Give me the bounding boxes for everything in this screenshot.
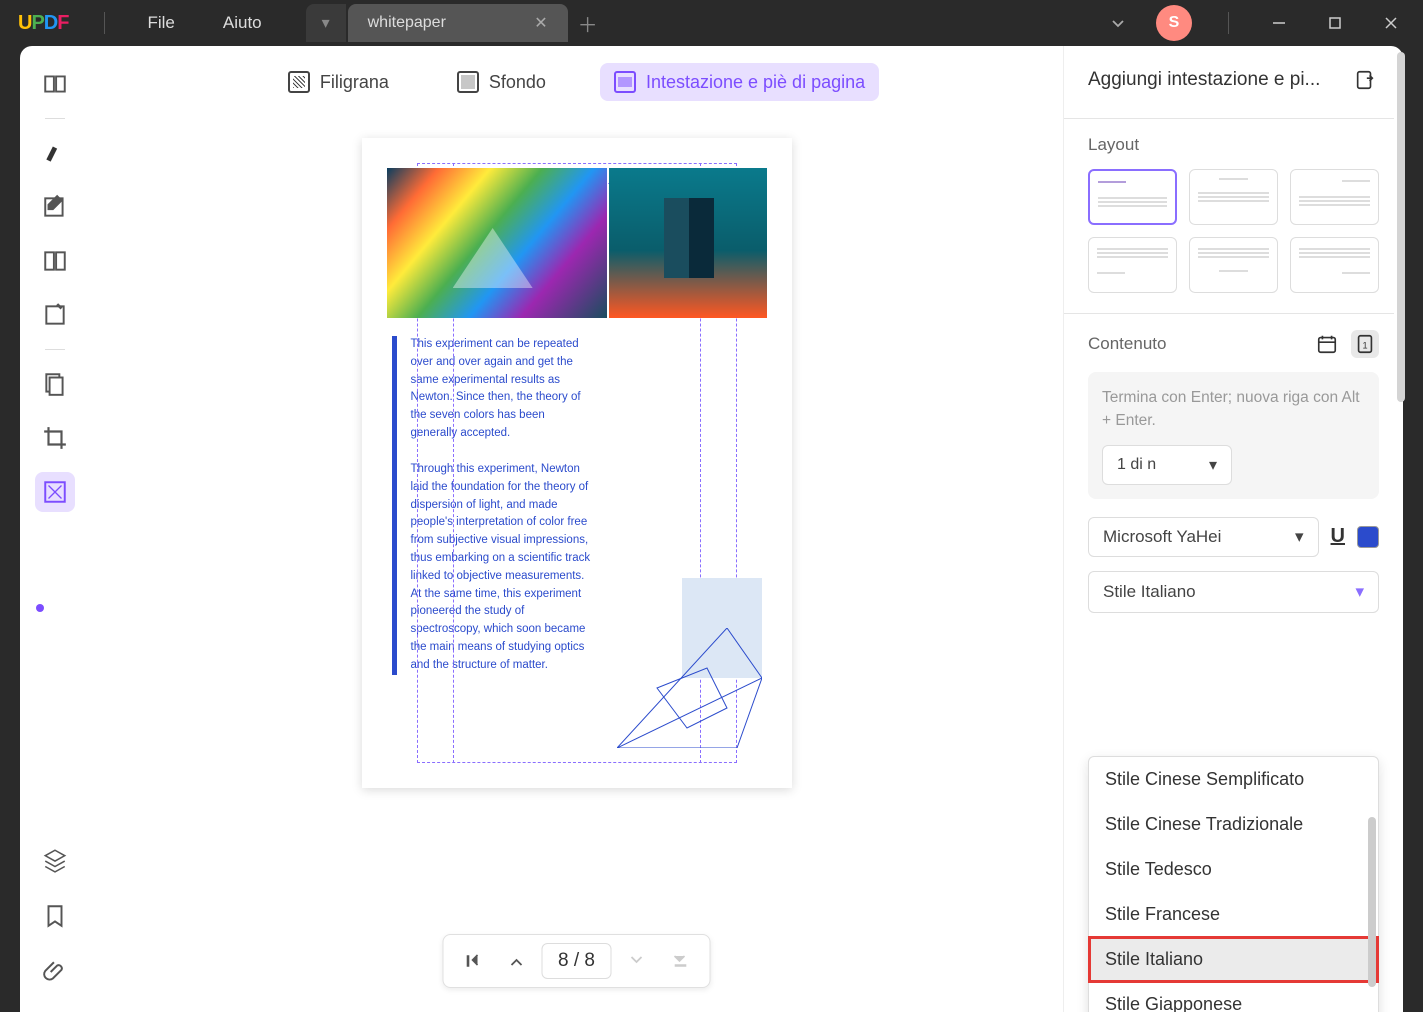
- highlight-tool-icon[interactable]: [35, 133, 75, 173]
- pages-tool-icon[interactable]: [35, 241, 75, 281]
- tab-list-dropdown[interactable]: ▾: [306, 4, 346, 42]
- style-option-french[interactable]: Stile Francese: [1089, 892, 1378, 937]
- header-footer-label: Intestazione e piè di pagina: [646, 72, 865, 93]
- layout-option-1[interactable]: [1088, 169, 1177, 225]
- indicator-dot: [36, 604, 44, 612]
- geometric-decoration: [617, 578, 762, 748]
- scrollbar[interactable]: [1368, 817, 1376, 987]
- scrollbar-thumb[interactable]: [1397, 52, 1405, 402]
- pagination-value: 1 di n: [1117, 456, 1156, 474]
- first-page-button[interactable]: [457, 946, 487, 976]
- quote-bar: [392, 336, 397, 675]
- maximize-button[interactable]: [1311, 3, 1359, 43]
- background-label: Sfondo: [489, 72, 546, 93]
- content-input-area[interactable]: Termina con Enter; nuova riga con Alt + …: [1088, 372, 1379, 499]
- watermark-button[interactable]: Filigrana: [274, 63, 403, 101]
- watermark-icon: [288, 71, 310, 93]
- placeholder: Termina con Enter; nuova riga con Alt + …: [1102, 386, 1365, 433]
- style-option-german[interactable]: Stile Tedesco: [1089, 847, 1378, 892]
- watermark-label: Filigrana: [320, 72, 389, 93]
- document-page: 8 di 8 This experiment can be repeated o…: [362, 138, 792, 788]
- layout-option-6[interactable]: [1290, 237, 1379, 293]
- divider: [1064, 313, 1394, 314]
- bookmark-icon[interactable]: [35, 896, 75, 936]
- page-navigation: 8 / 8: [442, 934, 711, 988]
- header-footer-icon: [614, 71, 636, 93]
- layout-option-4[interactable]: [1088, 237, 1177, 293]
- next-page-button[interactable]: [624, 946, 654, 976]
- font-dropdown[interactable]: Microsoft YaHei ▾: [1088, 517, 1319, 557]
- layers-icon[interactable]: [35, 840, 75, 880]
- background-button[interactable]: Sfondo: [443, 63, 560, 101]
- chevron-down-icon[interactable]: [1098, 3, 1138, 43]
- edit-tool-icon[interactable]: [35, 187, 75, 227]
- header-footer-button[interactable]: Intestazione e piè di pagina: [600, 63, 879, 101]
- style-value: Stile Italiano: [1103, 582, 1196, 602]
- style-dropdown-list: Stile Cinese Semplificato Stile Cinese T…: [1088, 756, 1379, 1012]
- divider: [104, 12, 105, 34]
- add-tab-button[interactable]: ＋: [568, 4, 608, 42]
- content-label: Contenuto: [1088, 334, 1166, 354]
- prism-image: [387, 168, 608, 318]
- attachment-icon[interactable]: [35, 952, 75, 992]
- divider: [1064, 118, 1394, 119]
- menu-help[interactable]: Aiuto: [199, 13, 286, 33]
- last-page-button[interactable]: [666, 946, 696, 976]
- minimize-button[interactable]: [1255, 3, 1303, 43]
- divider: [1228, 12, 1229, 34]
- style-dropdown[interactable]: Stile Italiano ▾: [1088, 571, 1379, 613]
- tab-title: whitepaper: [368, 14, 446, 32]
- crop-tool-icon[interactable]: [35, 418, 75, 458]
- app-logo: UPDF: [18, 12, 68, 35]
- style-option-cn-traditional[interactable]: Stile Cinese Tradizionale: [1089, 802, 1378, 847]
- chevron-down-icon: ▾: [1209, 455, 1217, 475]
- pagination-dropdown[interactable]: 1 di n ▾: [1102, 445, 1232, 485]
- chevron-down-icon: ▾: [1355, 582, 1364, 602]
- date-icon[interactable]: [1313, 330, 1341, 358]
- right-scrollbar-track: [1397, 46, 1405, 1012]
- reader-tool-icon[interactable]: [35, 64, 75, 104]
- page-number-icon[interactable]: 1: [1351, 330, 1379, 358]
- separator: [45, 349, 65, 350]
- cube-image: [609, 168, 767, 318]
- watermark-tool-icon[interactable]: [35, 472, 75, 512]
- form-tool-icon[interactable]: [35, 295, 75, 335]
- page-number-input[interactable]: 8 / 8: [541, 943, 612, 979]
- document-tab[interactable]: whitepaper ✕: [348, 4, 568, 42]
- close-button[interactable]: [1367, 3, 1415, 43]
- style-option-cn-simplified[interactable]: Stile Cinese Semplificato: [1089, 757, 1378, 802]
- layout-option-2[interactable]: [1189, 169, 1278, 225]
- layout-label: Layout: [1088, 135, 1379, 155]
- background-icon: [457, 71, 479, 93]
- user-avatar[interactable]: S: [1156, 5, 1192, 41]
- svg-text:1: 1: [1362, 341, 1367, 351]
- prev-page-button[interactable]: [499, 946, 529, 976]
- font-value: Microsoft YaHei: [1103, 527, 1221, 547]
- separator: [45, 118, 65, 119]
- style-option-italian[interactable]: Stile Italiano: [1089, 937, 1378, 982]
- export-icon[interactable]: [1351, 66, 1379, 94]
- underline-button[interactable]: U: [1331, 525, 1345, 548]
- chevron-down-icon: ▾: [1295, 527, 1304, 547]
- style-option-japanese[interactable]: Stile Giapponese: [1089, 982, 1378, 1012]
- panel-title: Aggiungi intestazione e pi...: [1088, 69, 1320, 91]
- layout-option-5[interactable]: [1189, 237, 1278, 293]
- color-picker[interactable]: [1357, 526, 1379, 548]
- menu-file[interactable]: File: [123, 13, 198, 33]
- close-icon[interactable]: ✕: [534, 13, 547, 33]
- ocr-tool-icon[interactable]: [35, 364, 75, 404]
- layout-option-3[interactable]: [1290, 169, 1379, 225]
